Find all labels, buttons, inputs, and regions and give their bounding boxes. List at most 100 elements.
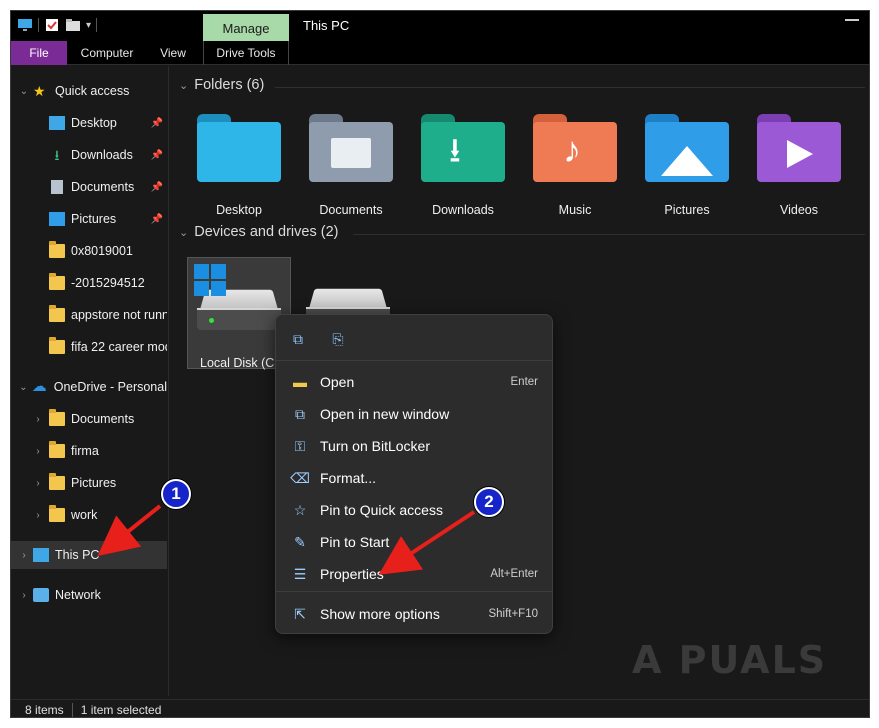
drive-label: Local Disk (C:)	[200, 356, 282, 370]
properties-check-icon[interactable]	[44, 17, 60, 33]
download-arrow-icon: ⭳	[449, 132, 461, 170]
nav-label: Pictures	[71, 476, 117, 490]
chevron-right-icon[interactable]: ›	[31, 446, 45, 457]
play-icon	[787, 140, 813, 168]
context-pin-quick-access[interactable]: ☆ Pin to Quick access	[282, 495, 548, 525]
nav-item-folder[interactable]: appstore not running	[11, 301, 167, 329]
context-label: Turn on BitLocker	[320, 438, 430, 454]
pin-icon: 📌	[150, 149, 163, 161]
chevron-right-icon[interactable]: ›	[17, 590, 31, 601]
status-divider	[71, 702, 73, 717]
folder-tile-pictures[interactable]: Pictures	[635, 114, 739, 222]
nav-item-desktop[interactable]: Desktop 📌	[11, 109, 167, 137]
tab-computer[interactable]: Computer	[71, 41, 143, 65]
chevron-right-icon[interactable]: ›	[31, 478, 45, 489]
chevron-down-icon[interactable]: ⌄	[17, 382, 30, 393]
folder-icon	[49, 337, 65, 354]
nav-label: OneDrive - Personal	[53, 380, 167, 394]
new-folder-icon[interactable]	[65, 17, 81, 33]
nav-label: Network	[55, 588, 101, 602]
chevron-right-icon[interactable]: ›	[31, 510, 45, 521]
context-format[interactable]: ⌫ Format...	[282, 463, 548, 493]
download-arrow-icon: ⭳	[54, 147, 60, 163]
chevron-right-icon[interactable]: ›	[31, 414, 45, 425]
folder-icon	[49, 305, 65, 322]
picture-icon	[49, 212, 65, 226]
nav-quick-access[interactable]: ⌄ ★ Quick access	[11, 77, 167, 105]
nav-item-folder[interactable]: fifa 22 career mode	[11, 333, 167, 361]
nav-this-pc[interactable]: › This PC	[11, 541, 167, 569]
folder-tile-documents[interactable]: Documents	[299, 114, 403, 222]
tab-drive-tools[interactable]: Drive Tools	[203, 41, 289, 65]
drive-front	[197, 308, 281, 330]
folder-icon	[49, 241, 65, 258]
folders-group-header[interactable]: ⌄ Folders (6)	[179, 77, 264, 93]
quick-access-toolbar: ▾	[17, 17, 98, 33]
nav-label: Documents	[71, 412, 135, 426]
chevron-right-icon[interactable]: ›	[17, 550, 31, 561]
document-sheet-icon	[331, 138, 371, 168]
status-selection: 1 item selected	[80, 702, 162, 717]
nav-label: Documents	[71, 180, 135, 194]
context-properties[interactable]: ☰ Properties Alt+Enter	[282, 559, 548, 589]
nav-item-pictures[interactable]: Pictures 📌	[11, 205, 167, 233]
folder-tile-music[interactable]: ♪ Music	[523, 114, 627, 222]
nav-onedrive-work[interactable]: › work	[11, 501, 167, 529]
folder-label: Documents	[319, 203, 383, 217]
manage-context-tab[interactable]: Manage	[203, 14, 289, 42]
drive-led	[209, 318, 214, 323]
step-badge-2: 2	[474, 487, 504, 517]
folder-icon	[49, 409, 65, 426]
share-icon[interactable]: ⎘	[330, 331, 346, 347]
nav-item-folder[interactable]: -2015294512	[11, 269, 167, 297]
drives-group-header[interactable]: ⌄ Devices and drives (2)	[179, 224, 338, 240]
status-bar: 8 items 1 item selected	[11, 699, 869, 717]
context-open[interactable]: ▬ Open Enter	[282, 367, 548, 397]
nav-onedrive-pictures[interactable]: › Pictures	[11, 469, 167, 497]
context-open-new-window[interactable]: ⧉ Open in new window	[282, 399, 548, 429]
folder-icon	[49, 473, 65, 490]
group-title: Folders (6)	[194, 77, 265, 93]
tab-file[interactable]: File	[11, 41, 67, 65]
chevron-down-icon[interactable]: ⌄	[17, 86, 31, 97]
context-bitlocker[interactable]: ⚿ Turn on BitLocker	[282, 431, 548, 461]
folder-tile-desktop[interactable]: Desktop	[187, 114, 291, 222]
tab-view[interactable]: View	[147, 41, 199, 65]
toolbar-divider	[38, 18, 39, 32]
folder-icon	[49, 441, 65, 458]
context-shortcut: Shift+F10	[488, 608, 538, 620]
chevron-down-icon[interactable]: ⌄	[179, 79, 188, 92]
folder-label: Downloads	[432, 203, 494, 217]
nav-onedrive-firma[interactable]: › firma	[11, 437, 167, 465]
context-pin-start[interactable]: ✎ Pin to Start	[282, 527, 548, 557]
nav-item-documents[interactable]: Documents 📌	[11, 173, 167, 201]
bitlocker-key-icon: ⚿	[294, 437, 306, 454]
folder-tile-videos[interactable]: Videos	[747, 114, 851, 222]
copy-icon[interactable]: ⧉	[290, 331, 306, 347]
nav-item-downloads[interactable]: ⭳ Downloads 📌	[11, 141, 167, 169]
nav-onedrive[interactable]: ⌄ ☁ OneDrive - Personal	[11, 373, 167, 401]
nav-onedrive-documents[interactable]: › Documents	[11, 405, 167, 433]
drive-top	[308, 288, 388, 309]
context-show-more-options[interactable]: ⇱ Show more options Shift+F10	[282, 599, 548, 629]
context-divider	[276, 591, 552, 592]
minimize-icon[interactable]	[845, 19, 859, 21]
videos-folder-icon	[757, 114, 841, 182]
chevron-down-icon[interactable]: ⌄	[179, 226, 188, 239]
nav-label: This PC	[55, 548, 100, 562]
nav-label: Quick access	[55, 84, 130, 98]
group-divider	[275, 87, 865, 88]
nav-network[interactable]: › Network	[11, 581, 167, 609]
nav-label: Desktop	[71, 116, 117, 130]
context-label: Format...	[320, 470, 377, 486]
context-menu-quick-actions: ⧉ ⎘	[276, 315, 552, 361]
nav-item-folder[interactable]: 0x8019001	[11, 237, 167, 265]
folder-tile-downloads[interactable]: ⭳ Downloads	[411, 114, 515, 222]
customize-dropdown-icon[interactable]: ▾	[86, 20, 91, 31]
pin-icon: 📌	[150, 117, 163, 129]
context-label: Pin to Quick access	[320, 502, 443, 518]
pin-icon: ✎	[294, 533, 306, 550]
nav-label: Downloads	[71, 148, 133, 162]
this-pc-icon[interactable]	[17, 17, 33, 33]
toolbar-divider	[96, 18, 98, 32]
